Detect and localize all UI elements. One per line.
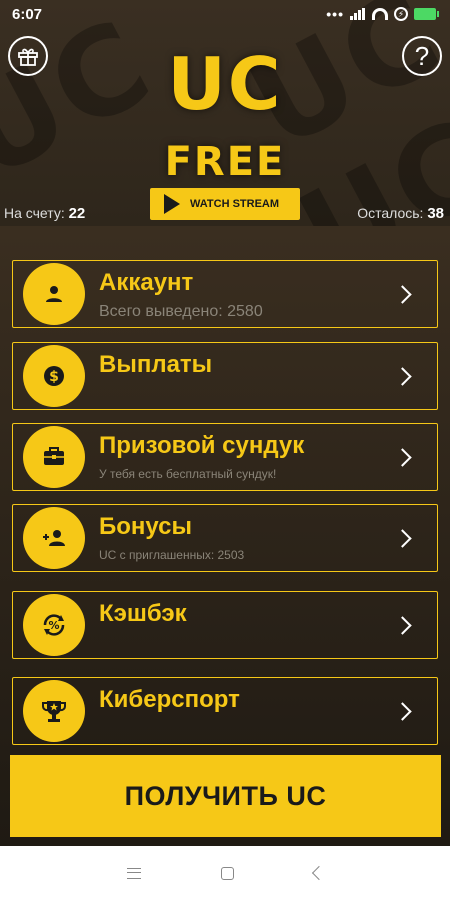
- chevron-right-icon: [393, 367, 412, 386]
- home-icon[interactable]: [220, 866, 234, 880]
- get-uc-button[interactable]: ПОЛУЧИТЬ UC: [10, 755, 441, 837]
- watch-stream-button[interactable]: WATCH STREAM: [150, 188, 300, 220]
- back-icon[interactable]: [311, 865, 326, 881]
- person-icon: [46, 286, 62, 302]
- menu-item-title: Киберспорт: [99, 686, 240, 713]
- recent-apps-icon[interactable]: [126, 867, 141, 879]
- logo-free: FREE: [164, 139, 286, 185]
- chevron-right-icon: [393, 529, 412, 548]
- status-bar: 6:07 ••• ⚡: [0, 0, 450, 28]
- balance-value: 22: [68, 205, 86, 222]
- menu-item-payouts[interactable]: $ Выплаты: [12, 342, 438, 410]
- add-person-icon: [43, 530, 65, 546]
- svg-text:%: %: [48, 619, 59, 632]
- logo-uc: UC: [167, 42, 283, 126]
- status-icons: ••• ⚡: [326, 6, 439, 22]
- bonuses-icon-circle: [23, 507, 85, 569]
- remaining-stat: Осталось: 38: [357, 205, 444, 222]
- wifi-icon: [372, 8, 388, 20]
- payouts-icon-circle: $: [23, 345, 85, 407]
- menu-item-title: Кэшбэк: [99, 600, 187, 627]
- menu-item-cashback[interactable]: % Кэшбэк: [12, 591, 438, 659]
- chevron-right-icon: [393, 616, 412, 635]
- menu-item-title: Выплаты: [99, 351, 213, 378]
- battery-icon: [414, 8, 439, 20]
- notification-dots-icon: •••: [326, 6, 344, 22]
- menu-item-bonuses[interactable]: Бонусы UC с приглашенных: 2503: [12, 504, 438, 572]
- chevron-right-icon: [393, 285, 412, 304]
- status-time: 6:07: [12, 5, 43, 23]
- dollar-icon: $: [44, 366, 64, 386]
- chevron-right-icon: [393, 702, 412, 721]
- menu-item-subtitle: UC с приглашенных: 2503: [99, 548, 245, 562]
- menu-item-account[interactable]: Аккаунт Всего выведено: 2580: [12, 260, 438, 328]
- help-button[interactable]: ?: [402, 36, 442, 76]
- system-navigation-bar: [0, 846, 450, 900]
- chest-icon: [44, 447, 64, 465]
- esports-icon-circle: [23, 680, 85, 742]
- watch-stream-label: WATCH STREAM: [190, 198, 280, 210]
- signal-icon: [350, 8, 366, 20]
- balance-stat: На счету: 22: [4, 205, 85, 222]
- chest-icon-circle: [23, 426, 85, 488]
- remaining-label: Осталось:: [357, 205, 424, 221]
- gift-icon: [18, 48, 38, 66]
- play-icon: [164, 194, 180, 214]
- gift-button[interactable]: [8, 36, 48, 76]
- chevron-right-icon: [393, 448, 412, 467]
- remaining-value: 38: [427, 205, 444, 222]
- question-icon: ?: [414, 40, 430, 71]
- menu-item-esports[interactable]: Киберспорт: [12, 677, 438, 745]
- svg-text:$: $: [49, 369, 59, 385]
- menu-item-title: Бонусы: [99, 513, 192, 540]
- trophy-icon: [42, 701, 66, 722]
- menu-item-title: Аккаунт: [99, 269, 194, 296]
- menu-item-subtitle: Всего выведено: 2580: [99, 303, 263, 320]
- balance-label: На счету:: [4, 205, 65, 221]
- menu-item-prize-chest[interactable]: Призовой сундук У тебя есть бесплатный с…: [12, 423, 438, 491]
- app-screen: UC UC UC UC FREE 6:07 ••• ⚡ ? WATCH STRE…: [0, 0, 450, 900]
- cashback-icon-circle: %: [23, 594, 85, 656]
- menu-item-title: Призовой сундук: [99, 432, 305, 459]
- account-icon-circle: [23, 263, 85, 325]
- percent-refresh-icon: %: [43, 614, 65, 636]
- charging-icon: ⚡: [394, 7, 408, 21]
- menu-item-subtitle: У тебя есть бесплатный сундук!: [99, 467, 277, 481]
